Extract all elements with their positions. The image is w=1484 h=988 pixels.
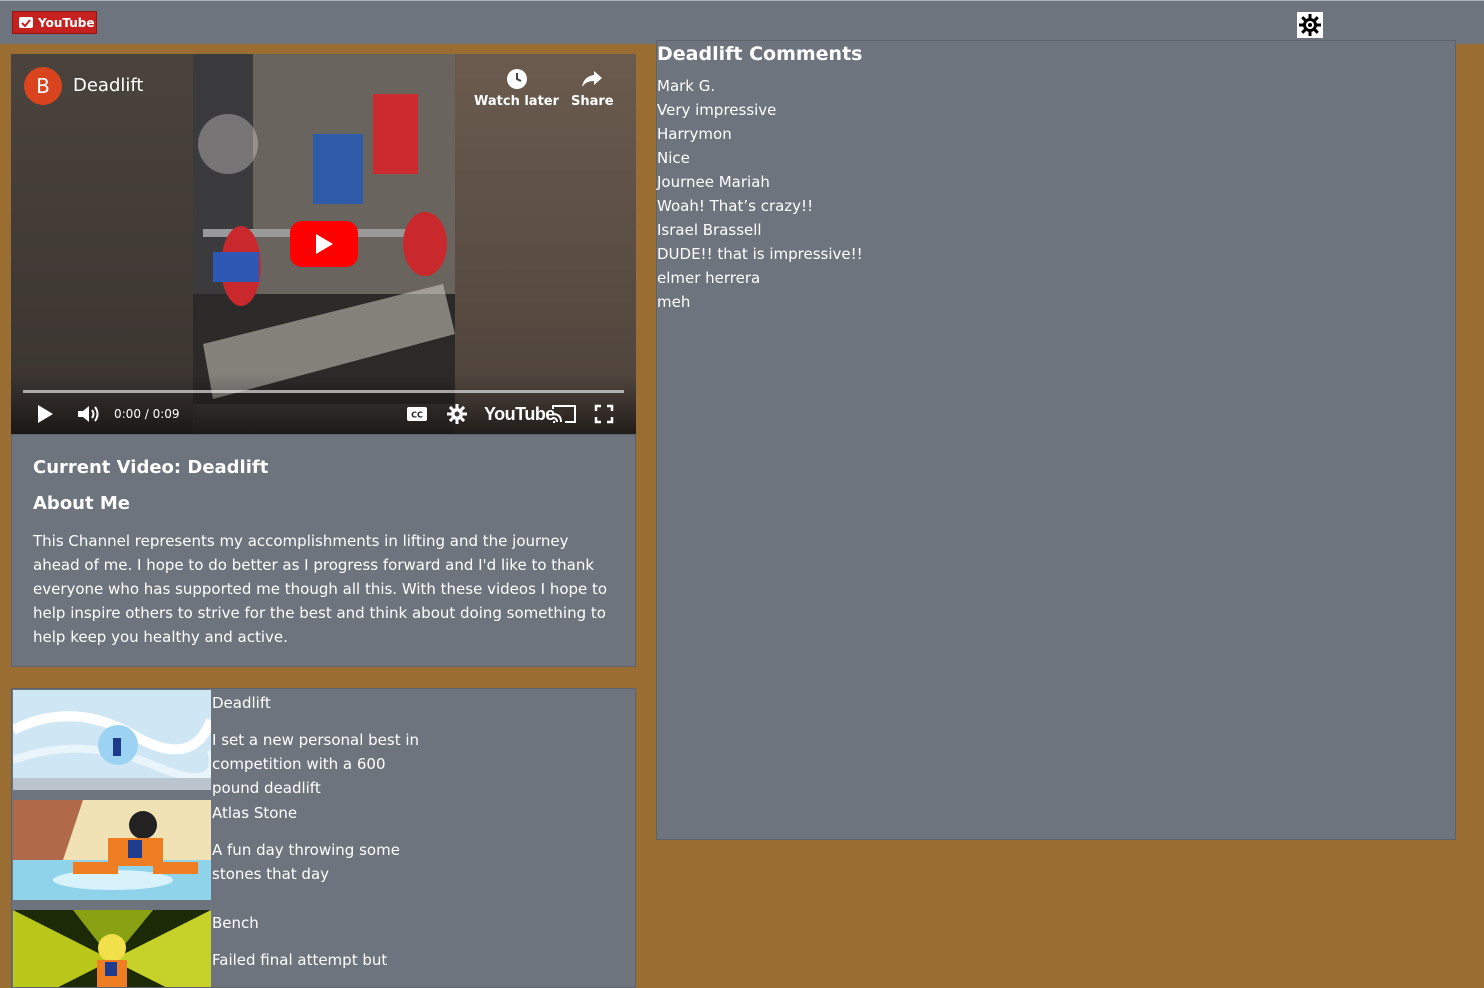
player-controls: 0:00 / 0:09 CC YouTube — [11, 399, 636, 429]
cc-icon: CC — [407, 407, 427, 421]
comment-author: Journee Mariah — [657, 173, 770, 191]
play-button[interactable] — [36, 399, 54, 429]
video-title[interactable]: Deadlift — [73, 75, 143, 96]
video-thumbnail[interactable] — [13, 800, 211, 900]
fullscreen-button[interactable] — [594, 399, 614, 429]
about-me-heading: About Me — [33, 493, 130, 514]
youtube-logo-button[interactable]: YouTube — [12, 11, 97, 34]
gear-icon[interactable] — [1297, 12, 1323, 38]
check-icon — [19, 17, 33, 28]
playlist-item-description: A fun day throwing some stones that day — [212, 841, 400, 883]
about-me-text: This Channel represents my accomplishmen… — [33, 532, 608, 646]
comment-author: Israel Brassell — [657, 221, 762, 239]
video-thumbnail[interactable] — [13, 690, 211, 790]
play-big-button[interactable] — [290, 221, 358, 267]
video-thumbnail[interactable] — [13, 910, 211, 987]
fullscreen-icon — [594, 404, 614, 424]
share-button[interactable]: Share — [571, 68, 614, 109]
play-icon — [38, 405, 53, 423]
svg-text:CC: CC — [411, 411, 423, 420]
time-display: 0:00 / 0:09 — [114, 407, 180, 421]
channel-avatar[interactable]: B — [24, 67, 62, 105]
playlist: Deadlift I set a new personal best in co… — [11, 688, 636, 988]
share-label: Share — [571, 94, 614, 109]
comment-text: Woah! That’s crazy!! — [657, 197, 814, 215]
cast-icon — [552, 405, 576, 423]
playlist-item-title: Bench — [212, 914, 259, 932]
playlist-item-title: Atlas Stone — [212, 804, 298, 822]
comment-text: meh — [657, 293, 691, 311]
cc-button[interactable]: CC — [406, 399, 428, 429]
settings-button[interactable] — [447, 399, 467, 429]
video-player[interactable]: B Deadlift Watch later Share 0:00 / 0:09 — [11, 54, 636, 434]
watch-later-button[interactable]: Watch later — [474, 68, 559, 109]
comment-author: Harrymon — [657, 125, 732, 143]
playlist-item-title: Deadlift — [212, 694, 271, 712]
comment-text: DUDE!! that is impressive!! — [657, 245, 863, 263]
playlist-item-description: I set a new personal best in competition… — [212, 731, 420, 797]
volume-icon — [78, 406, 99, 422]
top-bar: YouTube — [0, 0, 1484, 44]
comment-author: Mark G. — [657, 77, 716, 95]
playlist-item-description: Failed final attempt but — [212, 951, 388, 969]
youtube-brand-link[interactable]: YouTube — [484, 399, 555, 429]
comment-text: Very impressive — [657, 101, 777, 119]
cast-button[interactable] — [551, 399, 577, 429]
about-panel: Current Video: Deadlift About Me This Ch… — [11, 434, 636, 667]
comments-heading: Deadlift Comments — [657, 43, 863, 65]
current-video-heading: Current Video: Deadlift — [33, 457, 269, 478]
watch-later-label: Watch later — [474, 94, 560, 109]
share-icon — [582, 71, 603, 87]
clock-icon — [506, 69, 527, 89]
comment-text: Nice — [657, 149, 690, 167]
comments-panel: Deadlift Comments Mark G. Very impressiv… — [656, 40, 1456, 840]
progress-bar[interactable] — [23, 390, 624, 393]
volume-button[interactable] — [77, 399, 101, 429]
play-icon — [316, 234, 333, 254]
youtube-logo-label: YouTube — [38, 15, 95, 30]
settings-icon — [447, 404, 467, 424]
comment-author: elmer herrera — [657, 269, 761, 287]
